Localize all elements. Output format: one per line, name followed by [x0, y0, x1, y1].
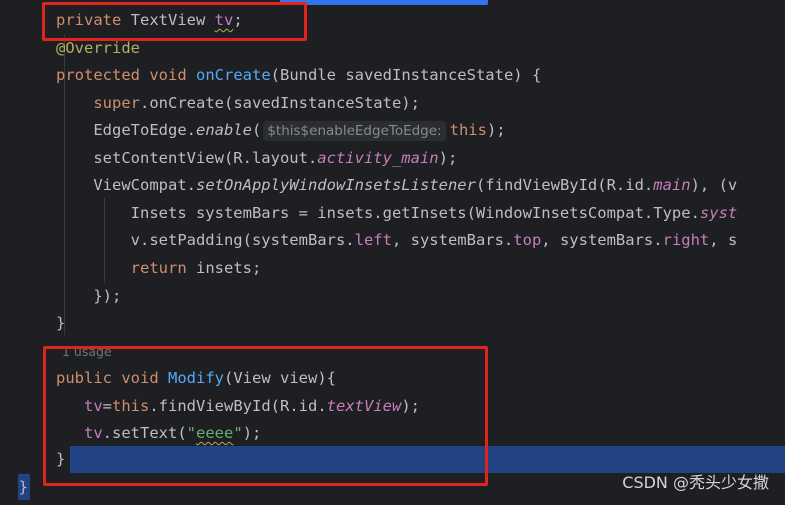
keyword: private — [56, 11, 122, 29]
code-line-2[interactable]: @Override — [0, 35, 785, 62]
code-line-10[interactable]: return insets; — [0, 255, 785, 282]
scroll-position-indicator — [280, 0, 488, 5]
code-text: .findViewById(R.id. — [149, 397, 327, 415]
code-line-14[interactable]: tv=this.findViewById(R.id.textView); — [0, 393, 785, 420]
code-text: (Bundle savedInstanceState) { — [270, 66, 542, 84]
code-text: }); — [93, 287, 122, 305]
code-line-13[interactable]: public void Modify(View view){ — [0, 365, 785, 392]
code-text: ( — [251, 121, 262, 139]
code-line-1[interactable]: private TextView tv; — [0, 7, 785, 34]
code-text: ), (v — [690, 176, 738, 194]
field-tv: tv — [84, 397, 103, 415]
code-text: insets; — [186, 259, 262, 277]
method-name: setOnApplyWindowInsetsListener — [195, 176, 476, 194]
keyword: void — [149, 66, 187, 84]
code-line-4[interactable]: super.onCreate(savedInstanceState); — [0, 90, 785, 117]
field-tv: tv — [84, 424, 103, 442]
code-editor[interactable]: private TextView tv; @Override protected… — [0, 0, 785, 505]
resource-ref: textView — [326, 397, 402, 415]
code-line-5[interactable]: EdgeToEdge.enable($this$enableEdgeToEdge… — [0, 117, 785, 144]
method-name: onCreate — [196, 66, 271, 84]
string-literal: eeee — [196, 424, 234, 442]
string-literal: " — [186, 424, 197, 442]
type-name: TextView — [130, 11, 206, 29]
code-line-15[interactable]: tv.setText("eeee"); — [0, 420, 785, 447]
keyword: return — [130, 259, 187, 277]
code-text: EdgeToEdge. — [93, 121, 196, 139]
code-text: v.setPadding(systemBars. — [130, 231, 355, 249]
code-text: .onCreate(savedInstanceState); — [140, 94, 420, 112]
field-ref: top — [513, 231, 542, 249]
code-line-7[interactable]: ViewCompat.setOnApplyWindowInsetsListene… — [0, 172, 785, 199]
code-text: ViewCompat. — [93, 176, 196, 194]
keyword: protected — [56, 66, 140, 84]
field-ref: right — [662, 231, 710, 249]
resource-ref: main — [653, 176, 691, 194]
code-line-9[interactable]: v.setPadding(systemBars.left, systemBars… — [0, 227, 785, 254]
annotation: @Override — [56, 39, 140, 57]
code-line-12[interactable]: } — [0, 310, 785, 337]
code-text: ); — [242, 424, 262, 442]
string-literal: " — [233, 424, 243, 442]
keyword: public — [56, 369, 112, 387]
code-line-3[interactable]: protected void onCreate(Bundle savedInst… — [0, 62, 785, 89]
code-text: ); — [401, 397, 420, 415]
method-name: Modify — [168, 369, 225, 387]
code-text: ); — [438, 149, 458, 167]
closing-brace: } — [56, 450, 66, 468]
parameter-hint: $this$enableEdgeToEdge: — [263, 120, 446, 141]
code-text: ); — [486, 121, 506, 139]
code-text: .setText( — [102, 424, 187, 442]
keyword: void — [121, 369, 159, 387]
code-text: setContentView(R.layout. — [93, 149, 318, 167]
keyword: this — [112, 397, 150, 415]
field-tv: tv — [214, 11, 234, 29]
code-text: , s — [709, 231, 738, 249]
watermark: CSDN @秃头少女撒 — [622, 473, 769, 492]
usage-hint[interactable]: 1 usage — [62, 343, 112, 361]
code-text: (View view){ — [224, 369, 336, 387]
code-line-8[interactable]: Insets systemBars = insets.getInsets(Win… — [0, 200, 785, 227]
closing-brace: } — [18, 478, 29, 496]
code-text: Insets systemBars = insets.getInsets(Win… — [130, 204, 700, 222]
code-text: , systemBars. — [541, 231, 663, 249]
field-ref: syst — [699, 204, 738, 222]
code-line-16[interactable]: } — [0, 446, 785, 473]
keyword: super — [93, 94, 140, 112]
code-text: , systemBars. — [391, 231, 514, 249]
field-ref: left — [354, 231, 392, 249]
code-line-11[interactable]: }); — [0, 283, 785, 310]
semicolon: ; — [233, 11, 243, 29]
code-line-6[interactable]: setContentView(R.layout.activity_main); — [0, 145, 785, 172]
keyword: this — [449, 121, 487, 139]
operator: = — [102, 397, 113, 415]
method-name: enable — [195, 121, 252, 139]
closing-brace: } — [56, 314, 66, 332]
code-text: (findViewById(R.id. — [475, 176, 654, 194]
resource-ref: activity_main — [317, 149, 439, 167]
